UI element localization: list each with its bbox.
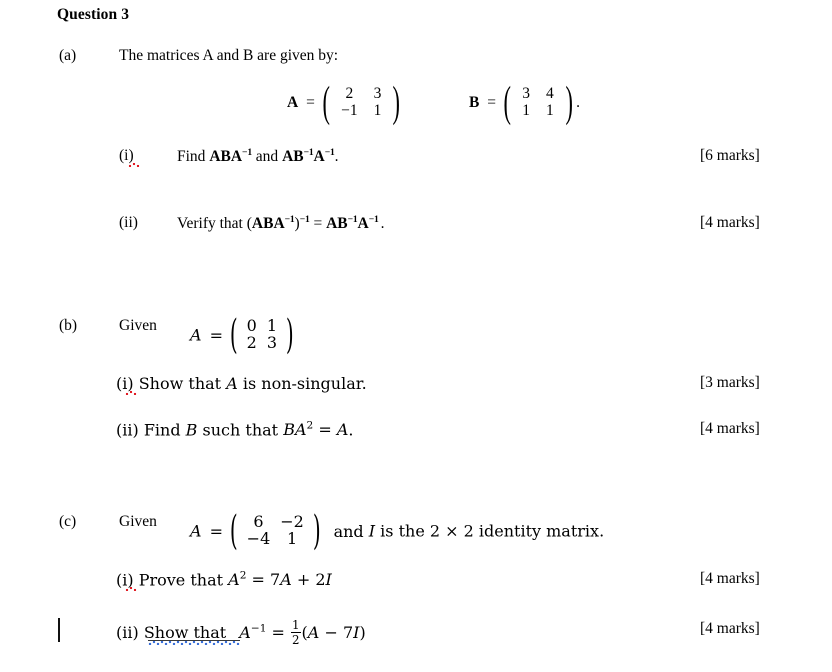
part-a-stem: The matrices A and B are given by: <box>119 47 339 64</box>
item-c-i-equation: A2 = 7A + 2I <box>228 570 332 590</box>
matrix-b-body: ( 3 4 1 1 ) <box>500 81 576 124</box>
part-c-matrix-name: A <box>190 521 202 541</box>
one-half-fraction: 12 <box>291 618 301 648</box>
part-b-matrix-definition: A = ( 0 1 2 3 ) <box>190 315 298 356</box>
item-a-ii-verify: Verify that <box>177 215 243 233</box>
matrix-a-cell-r0c1: 3 <box>373 85 382 103</box>
matrix-b-left-paren: ( <box>503 79 511 126</box>
matrix-b-equals: = <box>487 94 496 112</box>
item-a-ii-period: . <box>380 215 385 233</box>
part-c-cell-r1c1: 1 <box>286 529 298 548</box>
matrix-a-left-paren: ( <box>322 79 330 126</box>
part-b-stem: Given <box>119 317 157 334</box>
grammar-squiggle-c-ii <box>148 641 240 645</box>
matrix-b-name: B <box>469 94 480 112</box>
matrix-b-cell-r1c1: 1 <box>546 101 554 119</box>
item-a-i-expr2: AB−1A−1 <box>282 147 335 166</box>
part-b-cell-r1c0: 2 <box>246 333 257 352</box>
item-c-i-text: Prove that <box>138 570 224 590</box>
item-label-a-ii: (ii) <box>119 214 138 231</box>
item-a-i-find: Find <box>177 148 206 166</box>
revision-change-bar <box>58 618 60 642</box>
matrix-a-right-paren: ) <box>392 79 401 126</box>
matrix-b-cell-r0c0: 3 <box>522 85 531 103</box>
part-c-matrix-equals: = <box>209 521 224 541</box>
item-label-b-ii: (ii) <box>116 420 139 440</box>
matrix-b-right-paren: ) <box>565 79 573 126</box>
item-a-i-period: . <box>334 148 339 166</box>
item-b-i-text-b: is non-singular. <box>242 374 367 393</box>
item-b-ii-var-b: B <box>185 420 198 440</box>
part-c-left-paren: ( <box>229 508 238 554</box>
matrix-a-equals: = <box>306 94 315 112</box>
matrix-b-period: . <box>576 94 580 112</box>
item-b-ii-text-a: Find <box>143 420 181 440</box>
item-a-ii-rhs: AB−1A−1 <box>326 214 379 233</box>
marks-b-ii: [4 marks] <box>700 420 760 437</box>
part-c-matrix-definition: A = ( 6 −2 −4 1 ) and I is the 2 × 2 ide… <box>190 511 605 552</box>
part-b-right-paren: ) <box>285 312 294 358</box>
document-page: Question 3 (a) The matrices A and B are … <box>0 0 832 672</box>
matrix-a-name: A <box>287 94 299 112</box>
part-label-b: (b) <box>59 317 78 334</box>
marks-a-i: [6 marks] <box>700 147 760 164</box>
part-c-stem: Given <box>119 513 157 530</box>
item-a-i-expr1: ABA−1 <box>209 147 252 166</box>
item-a-ii-text: Verify that (ABA−1)−1 = AB−1A−1. <box>177 214 384 233</box>
spelling-squiggle-c-i <box>125 587 137 591</box>
page-title: Question 3 <box>57 6 130 23</box>
matrix-b-cell-r0c1: 4 <box>546 85 554 103</box>
item-b-ii-period: . <box>348 420 354 440</box>
part-b-matrix-equals: = <box>209 325 224 345</box>
matrix-b-definition: B = ( 3 4 1 1 ) . <box>469 81 580 125</box>
part-c-identity-var: I <box>368 521 376 541</box>
item-b-ii-equation: BA2 = A <box>283 420 349 440</box>
marks-c-ii: [4 marks] <box>700 620 760 637</box>
part-label-c: (c) <box>59 513 77 530</box>
part-c-stem-tail-a: and <box>333 521 364 541</box>
matrix-a-cell-r1c1: 1 <box>373 101 382 119</box>
part-label-a: (a) <box>59 47 77 64</box>
part-b-cell-r1c1: 3 <box>266 333 278 352</box>
marks-b-i: [3 marks] <box>700 374 760 391</box>
marks-a-ii: [4 marks] <box>700 214 760 231</box>
matrix-a-definition: A = ( 2 3 −1 1 ) <box>287 81 404 125</box>
item-b-ii-text-b: such that <box>202 420 279 440</box>
part-b-matrix-body: ( 0 1 2 3 ) <box>226 315 298 355</box>
matrix-a-cell-r0c0: 2 <box>345 85 354 103</box>
item-c-ii-equation: A−1 = 1 2 (A − 7I) <box>239 618 366 648</box>
matrix-b-cell-r1c0: 1 <box>522 101 531 119</box>
item-b-i: (i) Show that A is non-singular. <box>116 374 367 393</box>
item-a-ii-equals: = <box>313 215 323 233</box>
part-b-left-paren: ( <box>229 312 238 358</box>
item-a-i-and: and <box>255 148 279 166</box>
matrix-a-body: ( 2 3 −1 1 ) <box>319 81 404 124</box>
part-b-matrix-name: A <box>190 325 202 345</box>
item-label-c-ii: (ii) <box>116 623 139 643</box>
spelling-squiggle-a-i <box>128 163 140 167</box>
item-a-ii-lhs: (ABA−1)−1 <box>246 214 310 233</box>
matrix-a-cell-r1c0: −1 <box>341 101 358 119</box>
item-a-i-text: Find ABA−1 and AB−1A−1. <box>177 147 338 166</box>
part-c-right-paren: ) <box>312 508 321 554</box>
part-c-matrix-body: ( 6 −2 −4 1 ) <box>226 511 324 551</box>
item-b-i-var: A <box>226 374 238 393</box>
item-b-ii: (ii) Find B such that BA2 = A. <box>116 420 354 439</box>
item-c-i: (i) Prove that A2 = 7A + 2I <box>116 570 332 589</box>
marks-c-i: [4 marks] <box>700 570 760 587</box>
item-a-i-expr1-sup: −1 <box>242 147 252 158</box>
part-c-cell-r1c0: −4 <box>246 529 271 548</box>
part-c-stem-tail-b: is the 2 × 2 identity matrix. <box>380 521 605 541</box>
item-b-i-text-a: Show that <box>138 374 222 393</box>
spelling-squiggle-b-i <box>125 391 137 395</box>
